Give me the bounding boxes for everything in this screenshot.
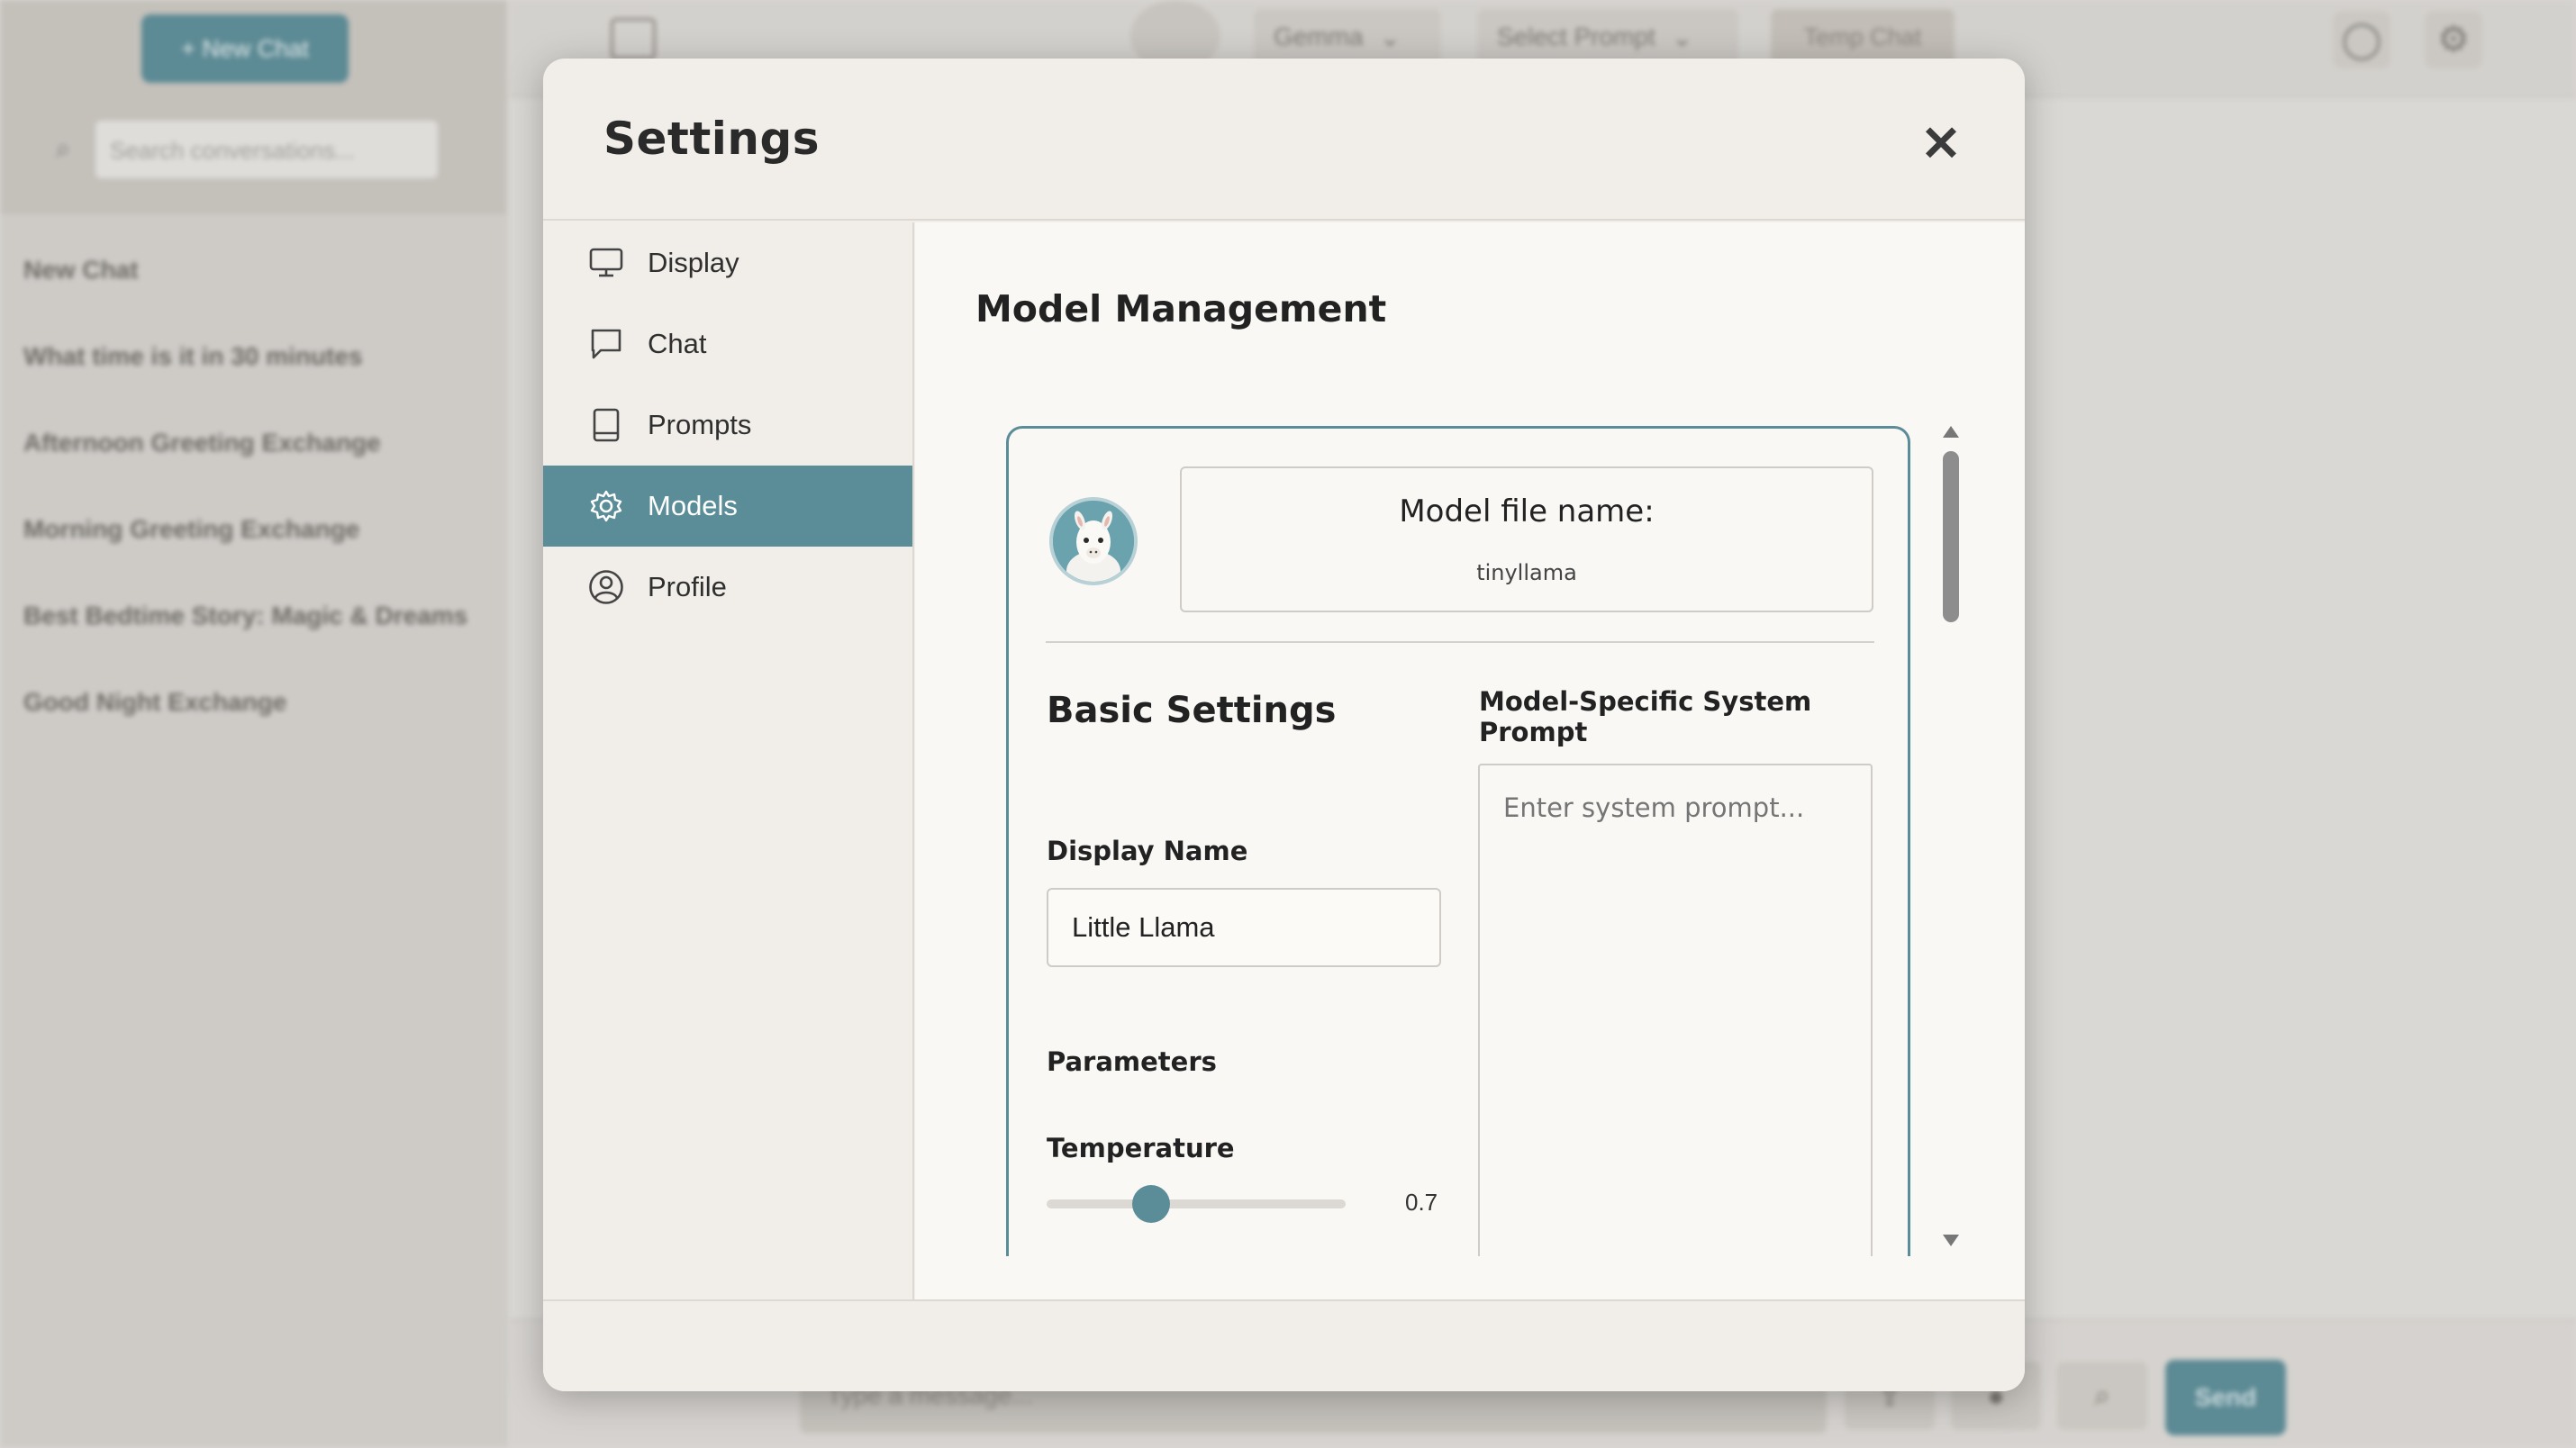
- basic-settings-title: Basic Settings: [1047, 690, 1337, 731]
- nav-label: Display: [648, 247, 739, 278]
- modal-footer: [543, 1299, 2025, 1391]
- nav-item-chat[interactable]: Chat: [543, 303, 912, 385]
- scrollbar-thumb[interactable]: [1943, 451, 1959, 622]
- nav-item-profile[interactable]: Profile: [543, 547, 912, 628]
- user-circle-icon: [588, 569, 624, 605]
- system-prompt-title: Model-Specific System Prompt: [1479, 686, 1812, 747]
- divider: [1046, 641, 1874, 643]
- model-file-label: Model file name:: [1399, 493, 1655, 529]
- scroll-up-arrow-icon[interactable]: [1943, 426, 1959, 438]
- scroll-down-arrow-icon[interactable]: [1943, 1235, 1959, 1246]
- chat-bubble-icon: [588, 326, 624, 362]
- llama-avatar-icon[interactable]: [1049, 497, 1138, 585]
- nav-label: Chat: [648, 328, 707, 359]
- model-file-value: tinyllama: [1476, 560, 1577, 585]
- modal-title: Settings: [603, 113, 821, 165]
- nav-item-display[interactable]: Display: [543, 222, 912, 303]
- gear-icon: [588, 488, 624, 524]
- settings-nav: Display Chat Prompts Models Profile: [543, 222, 914, 1303]
- display-name-input[interactable]: [1047, 888, 1441, 967]
- close-icon[interactable]: ✕: [1912, 114, 1970, 172]
- book-icon: [588, 407, 624, 443]
- model-file-box: Model file name: tinyllama: [1180, 466, 1873, 612]
- modal-header: Settings ✕: [543, 59, 2025, 221]
- settings-content: Model Management Model file name: tinyll…: [915, 222, 2025, 1391]
- model-card: Model file name: tinyllama Basic Setting…: [1006, 426, 1910, 1391]
- section-title: Model Management: [975, 287, 1387, 330]
- monitor-icon: [588, 245, 624, 281]
- display-name-label: Display Name: [1047, 836, 1248, 866]
- nav-item-prompts[interactable]: Prompts: [543, 385, 912, 466]
- nav-label: Models: [648, 490, 738, 521]
- content-scrollbar[interactable]: [1943, 426, 1961, 1246]
- temperature-value: 0.7: [1405, 1189, 1438, 1216]
- parameters-label: Parameters: [1047, 1046, 1217, 1077]
- nav-label: Profile: [648, 571, 727, 602]
- temperature-slider-thumb[interactable]: [1132, 1185, 1171, 1223]
- nav-label: Prompts: [648, 409, 752, 440]
- temperature-label: Temperature: [1047, 1133, 1235, 1163]
- temperature-slider[interactable]: [1047, 1185, 1346, 1223]
- settings-modal: Settings ✕ Display Chat Prompts Models P…: [543, 59, 2025, 1391]
- nav-item-models[interactable]: Models: [543, 466, 912, 547]
